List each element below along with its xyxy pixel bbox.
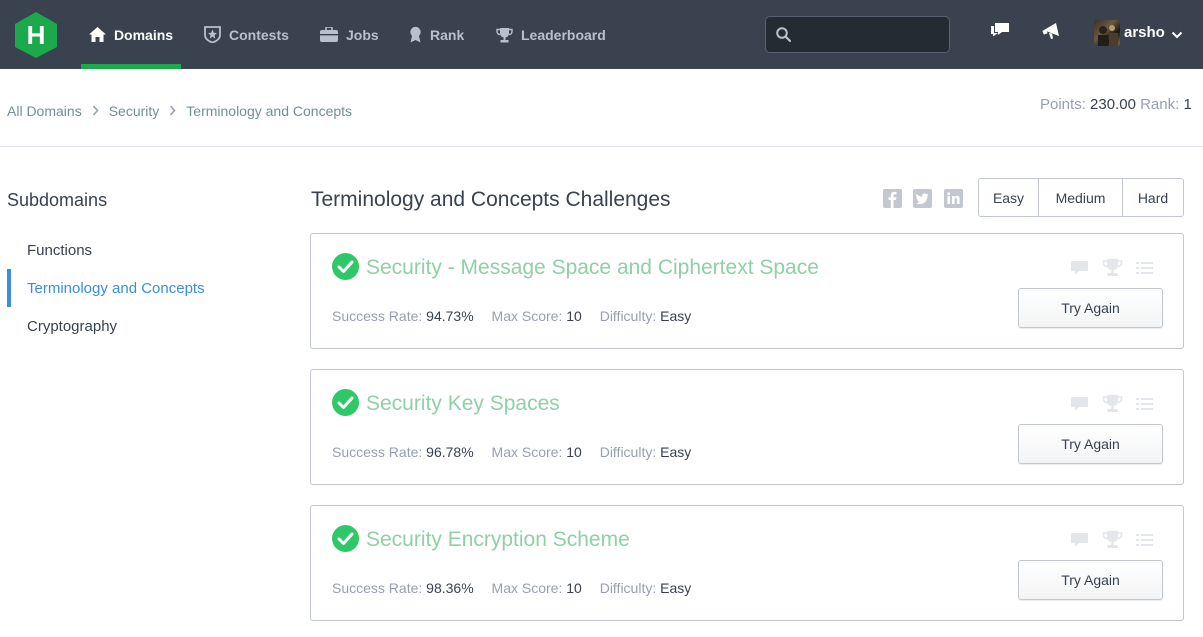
max-score-label: Max Score: [491, 308, 563, 324]
max-score-value: 10 [566, 444, 582, 460]
sidebar-item-label: Terminology and Concepts [27, 279, 205, 297]
linkedin-icon[interactable] [944, 189, 963, 208]
discussion-icon[interactable] [1070, 396, 1089, 417]
rank-value: 1 [1183, 96, 1192, 113]
chevron-down-icon[interactable] [1171, 26, 1183, 44]
breadcrumb-all-domains[interactable]: All Domains [7, 103, 82, 119]
sidebar-item-cryptography[interactable]: Cryptography [7, 307, 257, 345]
search-icon [776, 27, 792, 47]
challenge-meta: Success Rate: 96.78% Max Score: 10 Diffi… [332, 444, 705, 460]
sidebar-item-label: Functions [27, 241, 93, 259]
chat-icon[interactable] [990, 21, 1010, 44]
page-title: Terminology and Concepts Challenges [311, 188, 671, 211]
try-again-button[interactable]: Try Again [1018, 424, 1163, 464]
challenge-title[interactable]: Security Key Spaces [366, 392, 560, 416]
difficulty-value: Easy [660, 308, 692, 324]
success-rate-label: Success Rate: [332, 444, 423, 460]
trophy-icon [496, 27, 513, 43]
success-rate-label: Success Rate: [332, 580, 423, 596]
difficulty-value: Easy [660, 444, 692, 460]
discussion-icon[interactable] [1070, 260, 1089, 281]
challenge-card: Security - Message Space and Ciphertext … [310, 233, 1184, 349]
hackerrank-logo[interactable]: H [14, 11, 58, 59]
medal-icon [409, 26, 422, 43]
search-box[interactable] [765, 16, 950, 53]
difficulty-value: Easy [660, 580, 692, 596]
challenge-actions [1070, 530, 1153, 554]
points-label: Points: [1040, 96, 1086, 113]
breadcrumb-current[interactable]: Terminology and Concepts [186, 103, 352, 119]
success-rate-value: 96.78% [426, 444, 474, 460]
success-rate-value: 98.36% [426, 580, 474, 596]
challenge-card: Security Key Spaces Success Rate: 96.78%… [310, 369, 1184, 485]
challenge-actions [1070, 394, 1153, 418]
notification-icon[interactable] [1042, 21, 1062, 46]
star-badge-icon [204, 26, 221, 43]
leaderboard-trophy-icon[interactable] [1102, 530, 1123, 554]
list-icon[interactable] [1136, 397, 1153, 416]
try-again-button[interactable]: Try Again [1018, 560, 1163, 600]
nav-jobs[interactable]: Jobs [320, 0, 379, 69]
challenge-title[interactable]: Security Encryption Scheme [366, 528, 630, 552]
nav-label: Jobs [346, 26, 379, 43]
breadcrumb-security[interactable]: Security [109, 103, 160, 119]
nav-label: Rank [430, 26, 465, 43]
chevron-right-icon [169, 103, 176, 119]
leaderboard-trophy-icon[interactable] [1102, 394, 1123, 418]
chevron-right-icon [92, 103, 99, 119]
nav-label: Leaderboard [521, 26, 606, 43]
search-input[interactable] [796, 17, 944, 52]
difficulty-filter: Easy Medium Hard [978, 178, 1184, 217]
try-again-button[interactable]: Try Again [1018, 288, 1163, 328]
facebook-icon[interactable] [883, 189, 902, 208]
username[interactable]: arsho [1124, 24, 1165, 41]
points-value: 230.00 [1090, 96, 1136, 113]
nav-rank[interactable]: Rank [409, 0, 464, 69]
list-icon[interactable] [1136, 533, 1153, 552]
nav-label: Contests [229, 26, 289, 43]
nav-contests[interactable]: Contests [204, 0, 289, 69]
leaderboard-trophy-icon[interactable] [1102, 258, 1123, 282]
max-score-label: Max Score: [491, 580, 563, 596]
twitter-icon[interactable] [913, 189, 932, 208]
nav-leaderboard[interactable]: Leaderboard [496, 0, 606, 69]
solved-check-icon [332, 525, 359, 557]
breadcrumb-bar: All Domains Security Terminology and Con… [0, 69, 1203, 147]
breadcrumb: All Domains Security Terminology and Con… [7, 103, 352, 119]
filter-medium-button[interactable]: Medium [1039, 179, 1123, 216]
nav-domains[interactable]: Domains [81, 0, 181, 69]
filter-hard-button[interactable]: Hard [1123, 179, 1183, 216]
avatar[interactable] [1094, 20, 1120, 46]
list-icon[interactable] [1136, 261, 1153, 280]
success-rate-label: Success Rate: [332, 308, 423, 324]
difficulty-label: Difficulty: [599, 580, 657, 596]
top-navbar: H Domains Contests Jobs Rank Leaderboard [0, 0, 1203, 69]
challenge-title[interactable]: Security - Message Space and Ciphertext … [366, 256, 819, 280]
rank-label: Rank: [1140, 96, 1180, 113]
difficulty-label: Difficulty: [599, 308, 657, 324]
challenge-card: Security Encryption Scheme Success Rate:… [310, 505, 1184, 621]
home-icon [88, 27, 106, 42]
nav-label: Domains [113, 26, 174, 43]
challenge-meta: Success Rate: 94.73% Max Score: 10 Diffi… [332, 308, 705, 324]
sidebar-title: Subdomains [7, 190, 108, 210]
filter-easy-button[interactable]: Easy [979, 179, 1039, 216]
max-score-value: 10 [566, 580, 582, 596]
sidebar-item-functions[interactable]: Functions [7, 231, 257, 269]
briefcase-icon [320, 27, 338, 42]
difficulty-label: Difficulty: [599, 444, 657, 460]
discussion-icon[interactable] [1070, 532, 1089, 553]
max-score-value: 10 [566, 308, 582, 324]
solved-check-icon [332, 253, 359, 285]
challenge-meta: Success Rate: 98.36% Max Score: 10 Diffi… [332, 580, 705, 596]
logo-letter: H [27, 20, 46, 50]
sidebar-item-label: Cryptography [27, 317, 118, 335]
challenge-actions [1070, 258, 1153, 282]
success-rate-value: 94.73% [426, 308, 474, 324]
solved-check-icon [332, 389, 359, 421]
sidebar-item-terminology[interactable]: Terminology and Concepts [7, 269, 257, 307]
score-summary: Points: 230.00 Rank: 1 [1040, 96, 1192, 113]
max-score-label: Max Score: [491, 444, 563, 460]
